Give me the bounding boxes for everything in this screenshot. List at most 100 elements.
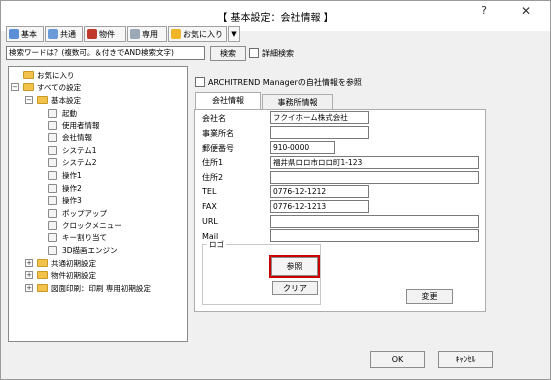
folder-icon <box>37 259 48 267</box>
toolbar-property-button[interactable]: 物件 <box>84 26 126 42</box>
collapse-icon[interactable]: − <box>25 96 33 104</box>
tree-item-label: クロックメニュー <box>62 220 122 230</box>
company-name-label: 会社名 <box>202 114 226 123</box>
settings-page-icon <box>48 195 57 205</box>
clear-button[interactable]: クリア <box>272 281 318 295</box>
toolbar-basic-label: 基本 <box>21 29 37 39</box>
toolbar-dedicated-button[interactable]: 専用 <box>127 26 167 42</box>
tree-item-all-settings[interactable]: − すべての設定 <box>11 81 81 93</box>
folder-icon <box>37 284 48 292</box>
settings-tree[interactable] <box>8 66 188 342</box>
browse-button-highlight <box>269 255 320 278</box>
collapse-icon[interactable]: − <box>11 83 19 91</box>
settings-page-icon <box>48 108 57 118</box>
tab-office-info[interactable]: 事務所情報 <box>262 94 333 110</box>
settings-page-icon <box>48 120 57 130</box>
ok-button[interactable]: OK <box>370 351 425 368</box>
expand-icon[interactable]: + <box>25 284 33 292</box>
settings-page-icon <box>48 183 57 193</box>
tree-item-startup[interactable]: 起動 <box>48 107 77 119</box>
home-icon <box>9 29 19 39</box>
reference-manager-label: ARCHITREND Managerの自社情報を参照 <box>208 78 362 87</box>
toolbar-common-button[interactable]: 共通 <box>45 26 83 42</box>
fax-label: FAX <box>202 202 217 211</box>
settings-dialog: 【 基本設定：会社情報 】 ? ✕ 基本 共通 物件 専用 お気に入り ▼ 検索… <box>0 0 551 380</box>
url-label: URL <box>202 217 218 226</box>
tree-item-system2[interactable]: システム2 <box>48 156 97 168</box>
search-button[interactable]: 検索 <box>210 46 246 61</box>
settings-page-icon <box>48 170 57 180</box>
detail-search-label: 詳細検索 <box>262 49 294 58</box>
tree-item-label: すべての設定 <box>37 82 82 92</box>
tree-item-system1[interactable]: システム1 <box>48 144 97 156</box>
tree-item-basic-settings[interactable]: − 基本設定 <box>25 94 81 106</box>
tree-item-common-defaults[interactable]: + 共通初期設定 <box>25 257 96 269</box>
favorite-folder-icon <box>171 29 181 39</box>
toolbar-common-label: 共通 <box>60 29 76 39</box>
tree-item-operation1[interactable]: 操作1 <box>48 169 82 181</box>
tree-item-operation3[interactable]: 操作3 <box>48 194 82 206</box>
address2-field[interactable] <box>270 171 479 184</box>
tree-item-3d-engine[interactable]: 3D描画エンジン <box>48 244 118 256</box>
tree-item-label: ポップアップ <box>62 208 107 218</box>
tree-item-label: お気に入り <box>37 70 75 80</box>
share-icon <box>48 29 58 39</box>
postal-code-field[interactable]: 910-0000 <box>270 141 335 154</box>
tree-item-label: 3D描画エンジン <box>62 245 118 255</box>
tel-field[interactable]: 0776-12-1212 <box>270 185 369 198</box>
tab-company-info[interactable]: 会社情報 <box>195 92 261 110</box>
url-field[interactable] <box>270 215 479 228</box>
settings-page-icon <box>48 232 57 242</box>
address1-field[interactable]: 福井県ロロ市ロロ町1-123 <box>270 156 479 169</box>
toolbar-favorites-button[interactable]: お気に入り <box>168 26 227 42</box>
tree-item-label: 操作1 <box>62 170 82 180</box>
tree-item-label: 図面印刷：印刷 専用初期設定 <box>51 283 151 293</box>
address1-label: 住所1 <box>202 158 224 167</box>
settings-page-icon <box>48 145 57 155</box>
company-name-field[interactable]: フクイホーム株式会社 <box>270 111 369 124</box>
tree-item-label: キー割り当て <box>62 232 107 242</box>
search-input[interactable]: 検索ワードは？(複数可。＆付きでAND検索文字) <box>6 46 205 60</box>
tree-item-company-info[interactable]: 会社情報 <box>48 131 92 143</box>
tree-item-label: 操作3 <box>62 195 82 205</box>
folder-icon <box>23 71 34 79</box>
toolbar-dedicated-label: 専用 <box>142 29 158 39</box>
toolbar-property-label: 物件 <box>99 29 115 39</box>
settings-page-icon <box>48 245 57 255</box>
cancel-button[interactable]: ｷｬﾝｾﾙ <box>438 351 493 368</box>
tree-item-print-defaults[interactable]: + 図面印刷：印刷 専用初期設定 <box>25 282 151 294</box>
postal-code-label: 郵便番号 <box>202 144 234 153</box>
window-title: 【 基本設定：会社情報 】 <box>217 13 334 24</box>
tree-item-operation2[interactable]: 操作2 <box>48 182 82 194</box>
tree-item-user-info[interactable]: 使用者情報 <box>48 119 100 131</box>
settings-page-icon <box>48 208 57 218</box>
tree-item-label: 起動 <box>62 108 77 118</box>
tree-item-label: 物件初期設定 <box>51 270 96 280</box>
expand-icon[interactable]: + <box>25 271 33 279</box>
mail-field[interactable] <box>270 229 479 242</box>
toolbar-dropdown-button[interactable]: ▼ <box>228 26 240 42</box>
office-name-field[interactable] <box>270 126 369 139</box>
toolbar-basic-button[interactable]: 基本 <box>6 26 44 42</box>
help-button[interactable]: ? <box>474 4 494 17</box>
user-icon <box>130 29 140 39</box>
fax-field[interactable]: 0776-12-1213 <box>270 200 369 213</box>
folder-icon <box>23 83 34 91</box>
detail-search-checkbox[interactable] <box>249 48 259 58</box>
expand-icon[interactable]: + <box>25 259 33 267</box>
tree-item-property-defaults[interactable]: + 物件初期設定 <box>25 269 96 281</box>
tree-item-label: 操作2 <box>62 183 82 193</box>
house-icon <box>87 29 97 39</box>
logo-group-title: ロゴ <box>207 239 226 250</box>
folder-icon <box>37 271 48 279</box>
tree-item-favorites[interactable]: お気に入り <box>23 69 75 81</box>
folder-icon <box>37 96 48 104</box>
tree-item-popup[interactable]: ポップアップ <box>48 207 107 219</box>
change-button[interactable]: 変更 <box>406 289 453 304</box>
close-button[interactable]: ✕ <box>511 4 541 18</box>
tree-item-key-assign[interactable]: キー割り当て <box>48 231 107 243</box>
settings-page-icon <box>48 132 57 142</box>
tree-item-clock-menu[interactable]: クロックメニュー <box>48 219 122 231</box>
reference-manager-checkbox[interactable] <box>195 77 205 87</box>
tel-label: TEL <box>202 187 217 196</box>
